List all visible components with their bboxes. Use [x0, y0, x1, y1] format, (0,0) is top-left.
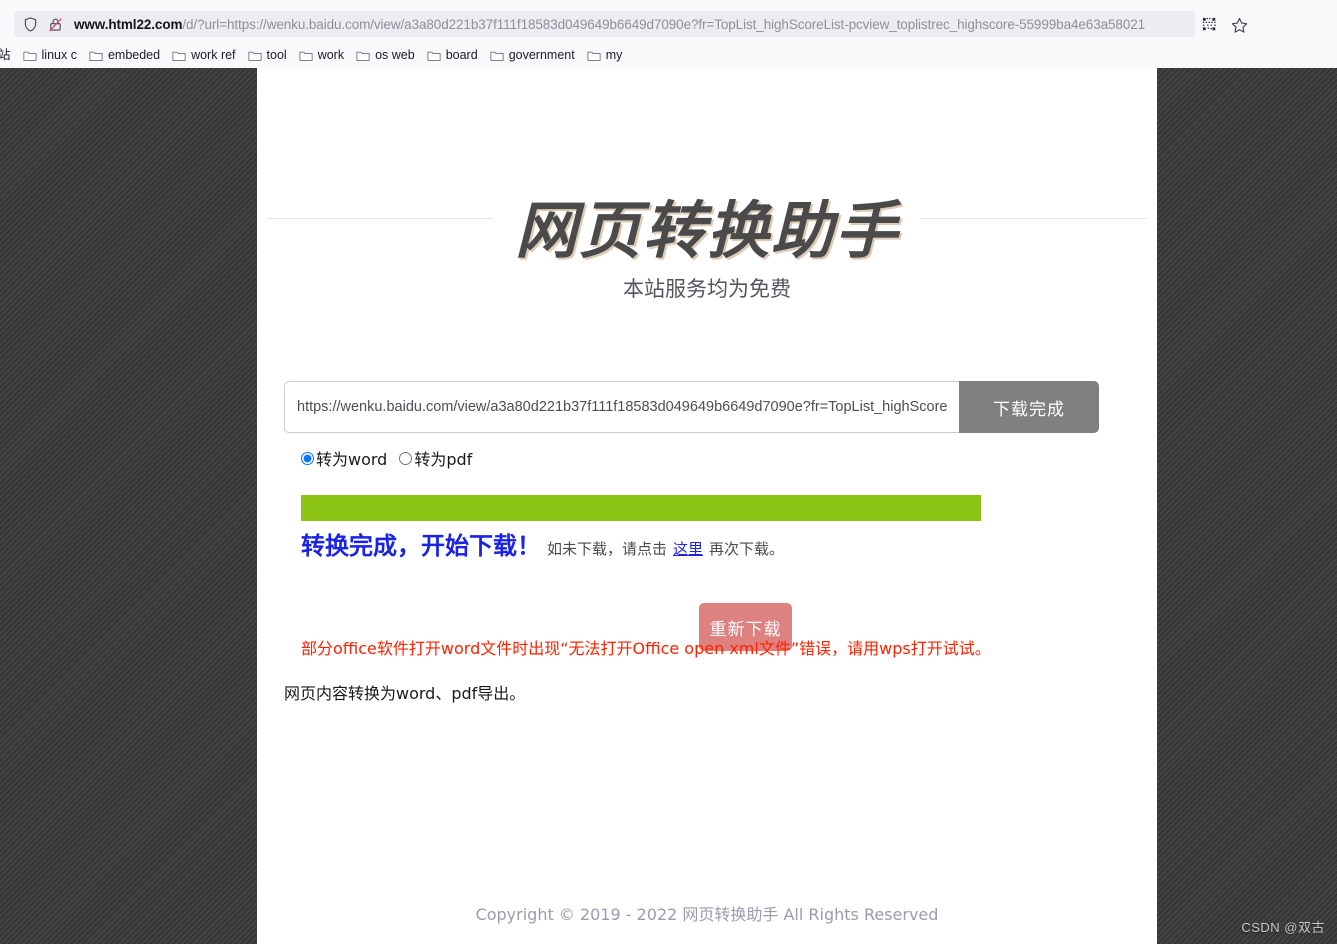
bookmark-label: embeded	[107, 47, 161, 62]
radio-option-word[interactable]: 转为word	[301, 446, 387, 470]
folder-icon	[490, 49, 504, 62]
status-message: 转换完成，开始下载！	[301, 532, 541, 560]
url-path: /d/?url=https://wenku.baidu.com/view/a3a…	[182, 16, 1146, 32]
page-viewport: 网页转换助手 本站服务均为免费 下载完成 转为word 转为pdf 转换完成，开…	[0, 68, 1337, 944]
bookmark-item-board[interactable]: board	[421, 44, 484, 66]
radio-word[interactable]	[301, 451, 314, 465]
page-footer: Copyright © 2019 - 2022 网页转换助手 All Right…	[475, 905, 939, 924]
url-form: 下载完成	[284, 381, 1099, 433]
folder-icon	[299, 49, 313, 62]
browser-chrome: www.html22.com/d/?url=https://wenku.baid…	[0, 0, 1337, 68]
status-line: 转换完成，开始下载！ 如未下载，请点击 这里 再次下载。	[301, 526, 1121, 561]
bookmark-item-os-web[interactable]: os web	[350, 44, 421, 66]
bookmark-star-icon[interactable]	[1230, 16, 1249, 35]
bookmark-label: work ref	[191, 47, 236, 62]
folder-icon	[427, 49, 441, 62]
page-content: 网页转换助手 本站服务均为免费 下载完成 转为word 转为pdf 转换完成，开…	[257, 68, 1157, 944]
folder-icon	[22, 49, 37, 62]
status-hint-before: 如未下载，请点击	[547, 540, 668, 558]
watermark: CSDN @双古	[1241, 920, 1325, 935]
bookmark-label: 站	[0, 47, 11, 62]
page-subtitle: 本站服务均为免费	[623, 277, 791, 301]
bookmark-label: government	[508, 47, 575, 62]
folder-icon	[247, 49, 262, 62]
folder-icon	[172, 49, 186, 62]
address-bar-text[interactable]: www.html22.com/d/?url=https://wenku.baid…	[74, 17, 1145, 32]
url-domain: www.html22.com	[74, 16, 183, 32]
url-bar-row: www.html22.com/d/?url=https://wenku.baid…	[0, 6, 1337, 38]
bookmark-item-embeded[interactable]: embeded	[83, 44, 166, 66]
lock-crossed-icon[interactable]	[47, 16, 64, 33]
radio-word-label[interactable]: 转为word	[316, 446, 387, 470]
format-radio-group: 转为word 转为pdf	[301, 446, 484, 470]
radio-pdf[interactable]	[399, 451, 413, 465]
folder-icon	[587, 49, 601, 62]
submit-button[interactable]: 下载完成	[959, 381, 1099, 433]
page-description: 网页内容转换为word、pdf导出。	[284, 684, 526, 703]
bookmark-item-0[interactable]: 站	[0, 44, 17, 66]
redownload-link[interactable]: 这里	[673, 540, 703, 558]
bookmark-item-work-ref[interactable]: work ref	[166, 44, 241, 66]
qr-code-icon[interactable]	[1201, 16, 1220, 35]
bookmark-item-government[interactable]: government	[484, 44, 581, 66]
folder-icon	[89, 49, 103, 62]
bookmark-item-linux-c[interactable]: linux c	[17, 44, 83, 66]
bookmark-item-tool[interactable]: tool	[242, 44, 293, 66]
warning-message: 部分office软件打开word文件时出现“无法打开Office open xm…	[301, 639, 991, 658]
progress-bar-fill	[301, 495, 981, 521]
bookmark-label: work	[317, 47, 345, 62]
url-input[interactable]	[284, 381, 959, 433]
bookmark-label: tool	[266, 47, 287, 62]
bookmark-label: board	[445, 47, 478, 62]
page-title: 网页转换助手	[492, 197, 921, 263]
status-hint-after: 再次下载。	[709, 540, 785, 558]
progress-bar	[301, 495, 981, 521]
bookmark-label: linux c	[41, 47, 77, 62]
bookmark-item-my[interactable]: my	[581, 44, 629, 66]
radio-pdf-label[interactable]: 转为pdf	[414, 446, 472, 470]
bookmark-label: my	[605, 47, 623, 62]
bookmark-item-work[interactable]: work	[293, 44, 350, 66]
radio-option-pdf[interactable]: 转为pdf	[399, 446, 472, 470]
shield-icon[interactable]	[22, 16, 39, 33]
bookmarks-bar: 站 linux c embeded work ref tool work os …	[0, 43, 1337, 67]
address-bar[interactable]: www.html22.com/d/?url=https://wenku.baid…	[14, 11, 1195, 37]
folder-icon	[356, 49, 370, 62]
bookmark-label: os web	[375, 47, 415, 62]
